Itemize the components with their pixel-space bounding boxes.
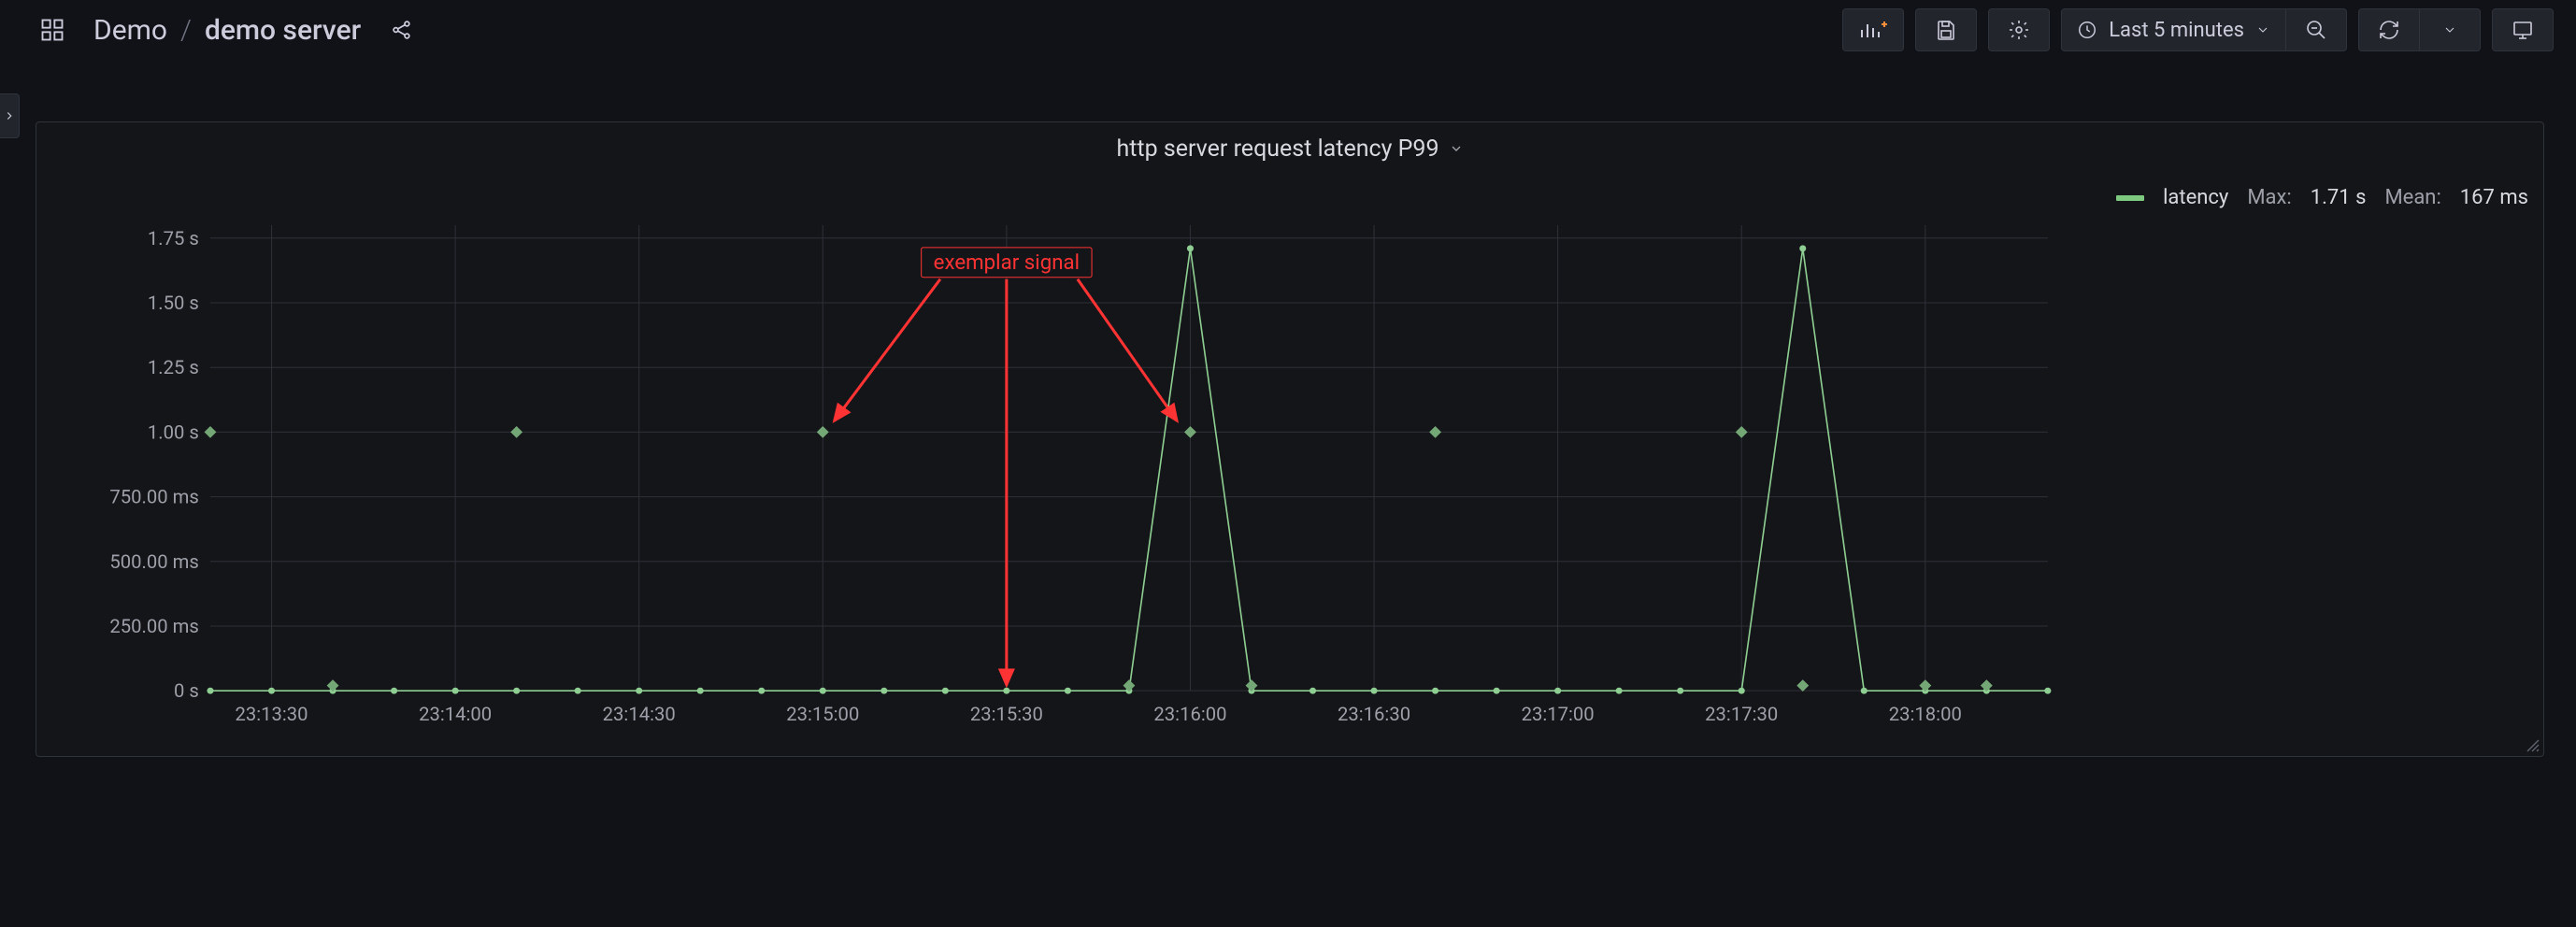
legend-max-label: Max: (2247, 186, 2291, 209)
panel-title: http server request latency P99 (1116, 135, 1438, 163)
svg-text:23:18:00: 23:18:00 (1889, 703, 1962, 725)
breadcrumb-separator: / (180, 14, 192, 47)
svg-text:500.00 ms: 500.00 ms (109, 550, 198, 573)
svg-text:23:14:30: 23:14:30 (603, 703, 676, 725)
refresh-group (2358, 8, 2481, 51)
settings-button[interactable] (1988, 8, 2050, 51)
chevron-down-icon (2255, 22, 2270, 37)
breadcrumb-folder[interactable]: Demo (93, 14, 167, 47)
legend: latency Max: 1.71 s Mean: 167 ms (2116, 186, 2528, 209)
chart-panel: http server request latency P99 latency … (36, 121, 2544, 757)
svg-text:250.00 ms: 250.00 ms (109, 615, 198, 637)
toolbar-right: Last 5 minutes (1842, 8, 2554, 51)
legend-max-value: 1.71 s (2311, 186, 2367, 209)
chevron-down-icon (1449, 141, 1464, 156)
zoom-out-button[interactable] (2286, 8, 2347, 51)
legend-series-name[interactable]: latency (2163, 186, 2228, 209)
share-icon[interactable] (372, 9, 432, 50)
svg-text:exemplar signal: exemplar signal (934, 250, 1080, 275)
svg-text:1.50 s: 1.50 s (148, 292, 199, 314)
svg-text:23:16:00: 23:16:00 (1153, 703, 1226, 725)
svg-text:1.25 s: 1.25 s (148, 356, 199, 378)
expand-rows-handle[interactable] (0, 93, 20, 138)
time-range-label: Last 5 minutes (2109, 19, 2244, 42)
save-dashboard-button[interactable] (1915, 8, 1977, 51)
time-range-picker[interactable]: Last 5 minutes (2061, 8, 2286, 51)
legend-mean-label: Mean: (2384, 186, 2440, 209)
legend-swatch (2116, 195, 2144, 201)
breadcrumb-dashboard[interactable]: demo server (205, 14, 361, 47)
svg-text:23:13:30: 23:13:30 (235, 703, 308, 725)
time-picker-group: Last 5 minutes (2061, 8, 2347, 51)
chart-plot-area[interactable]: 0 s 250.00 ms 500.00 ms 750.00 ms 1.00 s 1.25… (68, 216, 2057, 737)
legend-mean-value: 167 ms (2460, 186, 2528, 209)
svg-text:23:15:30: 23:15:30 (970, 703, 1043, 725)
svg-text:23:17:30: 23:17:30 (1705, 703, 1778, 725)
svg-text:23:16:30: 23:16:30 (1338, 703, 1410, 725)
svg-text:23:17:00: 23:17:00 (1522, 703, 1595, 725)
svg-text:1.00 s: 1.00 s (148, 421, 199, 444)
svg-text:0 s: 0 s (174, 679, 199, 702)
top-toolbar: Demo / demo server Last 5 minutes (0, 0, 2576, 60)
clock-icon (2077, 20, 2097, 40)
panel-resize-handle[interactable] (2526, 739, 2540, 752)
view-mode-button[interactable] (2492, 8, 2554, 51)
breadcrumb: Demo / demo server (93, 14, 361, 47)
chevron-down-icon (2442, 22, 2457, 37)
refresh-button[interactable] (2358, 8, 2420, 51)
svg-text:1.75 s: 1.75 s (148, 227, 199, 250)
panel-title-bar[interactable]: http server request latency P99 (36, 122, 2543, 175)
svg-text:750.00 ms: 750.00 ms (109, 486, 198, 508)
svg-text:23:15:00: 23:15:00 (786, 703, 859, 725)
svg-text:23:14:00: 23:14:00 (419, 703, 492, 725)
dashboards-icon[interactable] (22, 9, 82, 50)
add-panel-button[interactable] (1842, 8, 1904, 51)
refresh-interval-picker[interactable] (2420, 8, 2481, 51)
